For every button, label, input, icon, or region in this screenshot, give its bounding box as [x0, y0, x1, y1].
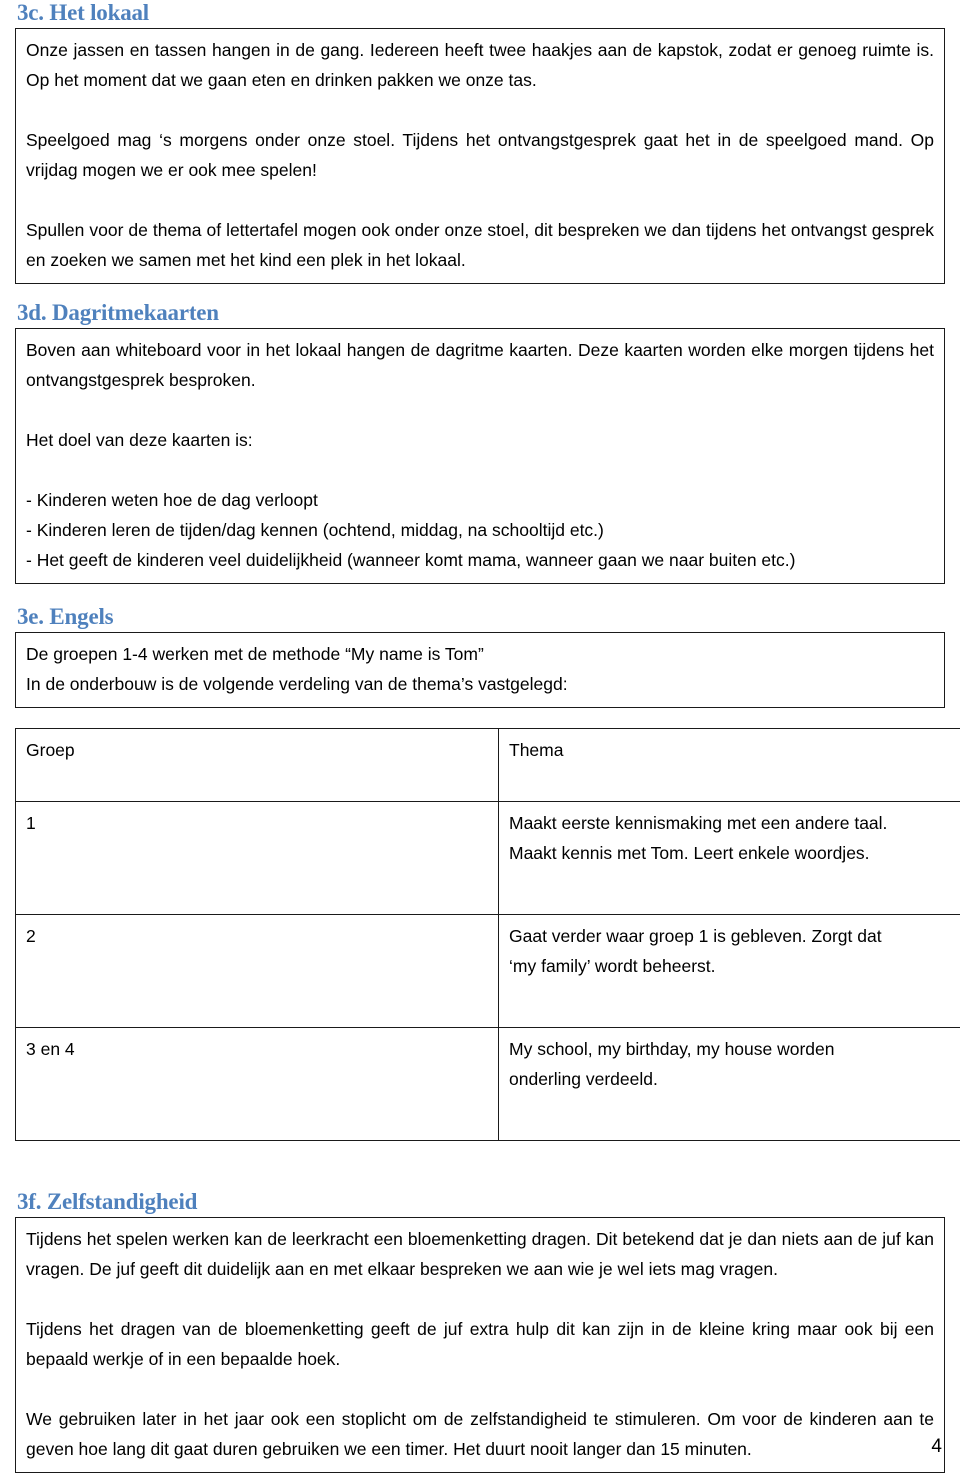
- paragraph-3d-doel: Het doel van deze kaarten is:: [26, 425, 934, 455]
- paragraph-3e-2: In de onderbouw is de volgende verdeling…: [26, 669, 934, 699]
- bullet-3d-3: - Het geeft de kinderen veel duidelijkhe…: [26, 545, 934, 575]
- paragraph-3d-1: Boven aan whiteboard voor in het lokaal …: [26, 335, 934, 395]
- paragraph-3f-1: Tijdens het spelen werken kan de leerkra…: [26, 1224, 934, 1284]
- document-page: 3c. Het lokaal Onze jassen en tassen han…: [0, 0, 960, 1472]
- text-box-3c: Onze jassen en tassen hangen in de gang.…: [15, 28, 945, 284]
- thema-line: Maakt kennis met Tom. Leert enkele woord…: [509, 843, 870, 863]
- paragraph-3c-1: Onze jassen en tassen hangen in de gang.…: [26, 35, 934, 95]
- table-row: 2 Gaat verder waar groep 1 is gebleven. …: [16, 915, 960, 1028]
- table-cell-groep: 1: [16, 802, 499, 915]
- section-spacer: [15, 584, 945, 604]
- table-row: 3 en 4 My school, my birthday, my house …: [16, 1028, 960, 1141]
- thema-line: ‘my family’ wordt beheerst.: [509, 956, 716, 976]
- section-spacer: [15, 1141, 945, 1189]
- table-spacer: [15, 708, 945, 728]
- table-header-thema: Thema: [499, 729, 960, 802]
- section-spacer: [15, 284, 945, 300]
- bullet-3d-2: - Kinderen leren de tijden/dag kennen (o…: [26, 515, 934, 545]
- thema-line: Gaat verder waar groep 1 is gebleven. Zo…: [509, 926, 882, 946]
- paragraph-3c-2: Speelgoed mag ‘s morgens onder onze stoe…: [26, 125, 934, 185]
- table-header-row: Groep Thema: [16, 729, 960, 802]
- table-cell-groep: 3 en 4: [16, 1028, 499, 1141]
- table-cell-thema: My school, my birthday, my house worden …: [499, 1028, 960, 1141]
- table-cell-thema: Maakt eerste kennismaking met een andere…: [499, 802, 960, 915]
- table-header-groep: Groep: [16, 729, 499, 802]
- paragraph-gap: [26, 395, 934, 425]
- paragraph-gap: [26, 1374, 934, 1404]
- heading-3e-engels: 3e. Engels: [15, 604, 945, 632]
- paragraph-3f-2: Tijdens het dragen van de bloemenketting…: [26, 1314, 934, 1374]
- heading-3c-het-lokaal: 3c. Het lokaal: [15, 0, 945, 28]
- thema-line: My school, my birthday, my house worden: [509, 1039, 835, 1059]
- text-box-3f: Tijdens het spelen werken kan de leerkra…: [15, 1217, 945, 1473]
- paragraph-gap: [26, 1284, 934, 1314]
- table-row: 1 Maakt eerste kennismaking met een ande…: [16, 802, 960, 915]
- heading-3f-zelfstandigheid: 3f. Zelfstandigheid: [15, 1189, 945, 1217]
- table-cell-thema: Gaat verder waar groep 1 is gebleven. Zo…: [499, 915, 960, 1028]
- paragraph-3c-3: Spullen voor de thema of lettertafel mog…: [26, 215, 934, 275]
- page-number: 4: [931, 1436, 942, 1458]
- thema-line: Maakt eerste kennismaking met een andere…: [509, 813, 887, 833]
- paragraph-gap: [26, 185, 934, 215]
- text-box-3e: De groepen 1-4 werken met de methode “My…: [15, 632, 945, 708]
- text-box-3d: Boven aan whiteboard voor in het lokaal …: [15, 328, 945, 584]
- bullet-3d-1: - Kinderen weten hoe de dag verloopt: [26, 485, 934, 515]
- paragraph-3f-3: We gebruiken later in het jaar ook een s…: [26, 1404, 934, 1464]
- paragraph-gap: [26, 95, 934, 125]
- table-cell-groep: 2: [16, 915, 499, 1028]
- engels-theme-table: Groep Thema 1 Maakt eerste kennismaking …: [15, 728, 960, 1141]
- heading-3d-dagritmekaarten: 3d. Dagritmekaarten: [15, 300, 945, 328]
- thema-line: onderling verdeeld.: [509, 1069, 658, 1089]
- paragraph-gap: [26, 455, 934, 485]
- paragraph-3e-1: De groepen 1-4 werken met de methode “My…: [26, 639, 934, 669]
